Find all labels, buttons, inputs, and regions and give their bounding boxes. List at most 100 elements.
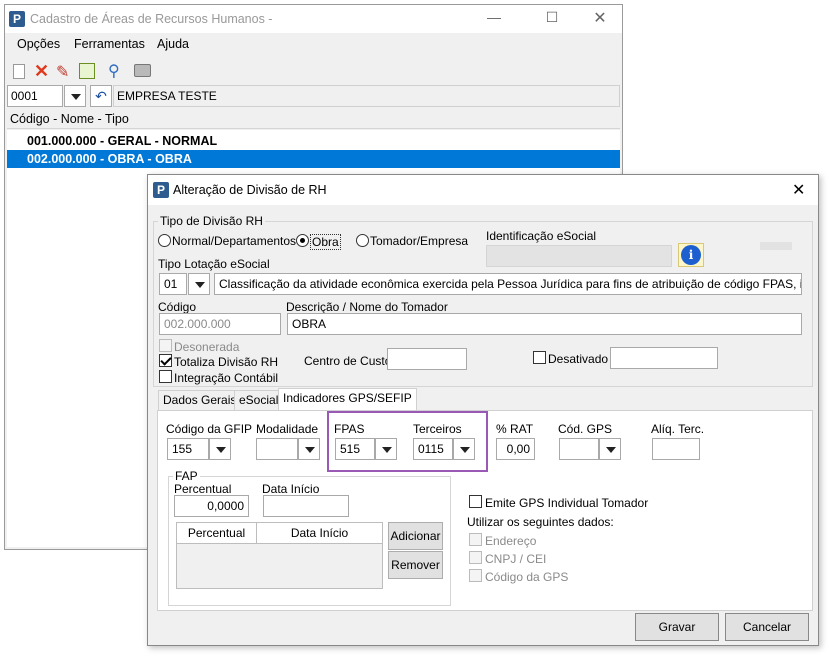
- endereco-checkbox[interactable]: [469, 533, 482, 546]
- cod-gps-label: Cód. GPS: [558, 422, 613, 436]
- blurred-area: [760, 242, 792, 250]
- fap-grid[interactable]: Percentual Data Início: [176, 522, 383, 589]
- percentual-label: Percentual: [174, 482, 232, 496]
- list-header[interactable]: Código - Nome - Tipo: [7, 109, 620, 129]
- tab-indicadores-gps[interactable]: Indicadores GPS/SEFIP: [278, 388, 417, 410]
- fpas-label: FPAS: [334, 422, 365, 436]
- fap-label: FAP: [173, 469, 200, 483]
- rat-label: % RAT: [496, 422, 534, 436]
- cancelar-button[interactable]: Cancelar: [725, 613, 809, 641]
- radio-tomador[interactable]: [356, 234, 369, 247]
- remover-button[interactable]: Remover: [388, 551, 443, 579]
- info-button[interactable]: i: [678, 243, 704, 267]
- desativado-label: Desativado: [548, 352, 609, 366]
- descricao-field[interactable]: OBRA: [287, 313, 802, 335]
- modalidade-dropdown[interactable]: [298, 438, 320, 460]
- new-document-icon[interactable]: [13, 64, 25, 79]
- tab-dados-gerais[interactable]: Dados Gerais: [158, 390, 242, 410]
- adicionar-button[interactable]: Adicionar: [388, 522, 443, 550]
- menu-ajuda[interactable]: Ajuda: [157, 37, 189, 51]
- codigo-gps-checkbox[interactable]: [469, 569, 482, 582]
- emite-gps-checkbox[interactable]: [469, 495, 482, 508]
- tipo-lotacao-dropdown[interactable]: [188, 273, 210, 295]
- desativado-checkbox[interactable]: [533, 351, 546, 364]
- print-icon[interactable]: [134, 64, 151, 77]
- edit-dialog: P Alteração de Divisão de RH ✕ Tipo de D…: [147, 174, 819, 646]
- terceiros-label: Terceiros: [413, 422, 462, 436]
- info-icon: i: [681, 245, 701, 265]
- dialog-title: Alteração de Divisão de RH: [173, 183, 327, 197]
- tipo-lotacao-label: Tipo Lotação eSocial: [158, 257, 270, 271]
- identificacao-label: Identificação eSocial: [486, 229, 597, 243]
- codigo-gfip-field[interactable]: 155: [167, 438, 209, 460]
- desonerada-checkbox[interactable]: [159, 339, 172, 352]
- cnpj-label: CNPJ / CEI: [485, 552, 547, 566]
- dialog-title-bar: P Alteração de Divisão de RH ✕: [148, 175, 818, 205]
- radio-obra-label: Obra: [310, 234, 341, 250]
- codigo-gfip-label: Código da GFIP: [166, 422, 253, 436]
- data-inicio-label: Data Início: [262, 482, 320, 496]
- codigo-gfip-dropdown[interactable]: [209, 438, 231, 460]
- search-icon[interactable]: ⚲: [108, 61, 120, 81]
- list-item[interactable]: 001.000.000 - GERAL - NORMAL: [7, 132, 620, 150]
- centro-custo-field[interactable]: [387, 348, 467, 370]
- percentual-field[interactable]: 0,0000: [174, 495, 249, 517]
- tipo-divisao-label: Tipo de Divisão RH: [158, 214, 265, 228]
- tab-esocial[interactable]: eSocial: [234, 390, 284, 410]
- undo-icon[interactable]: ↶: [90, 85, 112, 107]
- main-window-title: Cadastro de Áreas de Recursos Humanos -: [30, 12, 273, 26]
- cnpj-checkbox[interactable]: [469, 551, 482, 564]
- cod-gps-field[interactable]: [559, 438, 599, 460]
- minimize-icon[interactable]: —: [479, 9, 509, 25]
- fpas-dropdown[interactable]: [375, 438, 397, 460]
- tipo-lotacao-description: Classificação da atividade econômica exe…: [214, 273, 802, 295]
- emite-gps-label: Emite GPS Individual Tomador: [485, 496, 649, 510]
- identificacao-field[interactable]: [486, 245, 672, 267]
- radio-obra[interactable]: [296, 234, 309, 247]
- terceiros-field[interactable]: 0115: [413, 438, 453, 460]
- centro-custo-label: Centro de Custo: [304, 354, 392, 368]
- company-code-field[interactable]: 0001: [7, 85, 63, 107]
- dialog-close-icon[interactable]: ✕: [792, 180, 805, 200]
- modalidade-field[interactable]: [256, 438, 298, 460]
- integracao-checkbox[interactable]: [159, 370, 172, 383]
- cod-gps-dropdown[interactable]: [599, 438, 621, 460]
- data-inicio-field[interactable]: [263, 495, 349, 517]
- codigo-field[interactable]: 002.000.000: [159, 313, 281, 335]
- menu-bar: Opções Ferramentas Ajuda: [5, 37, 622, 57]
- app-icon: P: [9, 11, 25, 27]
- list-item-selected[interactable]: 002.000.000 - OBRA - OBRA: [7, 150, 620, 168]
- fpas-field[interactable]: 515: [335, 438, 375, 460]
- grid-header-data-inicio[interactable]: Data Início: [257, 523, 382, 544]
- menu-opcoes[interactable]: Opções: [17, 37, 60, 51]
- radio-normal[interactable]: [158, 234, 171, 247]
- terceiros-dropdown[interactable]: [453, 438, 475, 460]
- radio-tomador-label: Tomador/Empresa: [370, 234, 469, 248]
- delete-icon[interactable]: ✕: [34, 61, 49, 82]
- descricao-label: Descrição / Nome do Tomador: [286, 300, 448, 314]
- maximize-icon[interactable]: ☐: [537, 9, 567, 26]
- grid-header-percentual[interactable]: Percentual: [177, 523, 257, 544]
- edit-pencil-icon[interactable]: ✎: [56, 62, 69, 82]
- totaliza-label: Totaliza Divisão RH: [174, 355, 279, 369]
- dialog-app-icon: P: [153, 182, 169, 198]
- integracao-label: Integração Contábil: [174, 371, 279, 385]
- utilizar-label: Utilizar os seguintes dados:: [467, 515, 614, 529]
- totaliza-checkbox[interactable]: [159, 354, 172, 367]
- close-icon[interactable]: ✕: [585, 8, 615, 28]
- aliq-terc-field[interactable]: [652, 438, 700, 460]
- preview-icon[interactable]: [79, 63, 95, 79]
- desativado-field[interactable]: [610, 347, 718, 369]
- codigo-gps-label: Código da GPS: [485, 570, 569, 584]
- toolbar: ✕ ✎ ⚲: [5, 60, 622, 86]
- radio-normal-label: Normal/Departamentos: [172, 234, 297, 248]
- main-title-bar: P Cadastro de Áreas de Recursos Humanos …: [5, 5, 622, 33]
- gravar-button[interactable]: Gravar: [635, 613, 719, 641]
- rat-field[interactable]: 0,00: [496, 438, 535, 460]
- menu-ferramentas[interactable]: Ferramentas: [74, 37, 145, 51]
- endereco-label: Endereço: [485, 534, 537, 548]
- tipo-lotacao-field[interactable]: 01: [159, 273, 187, 295]
- company-dropdown-button[interactable]: [64, 85, 86, 107]
- tab-panel: Código da GFIP 155 Modalidade FPAS 515 T…: [157, 410, 813, 611]
- codigo-label: Código: [158, 300, 197, 314]
